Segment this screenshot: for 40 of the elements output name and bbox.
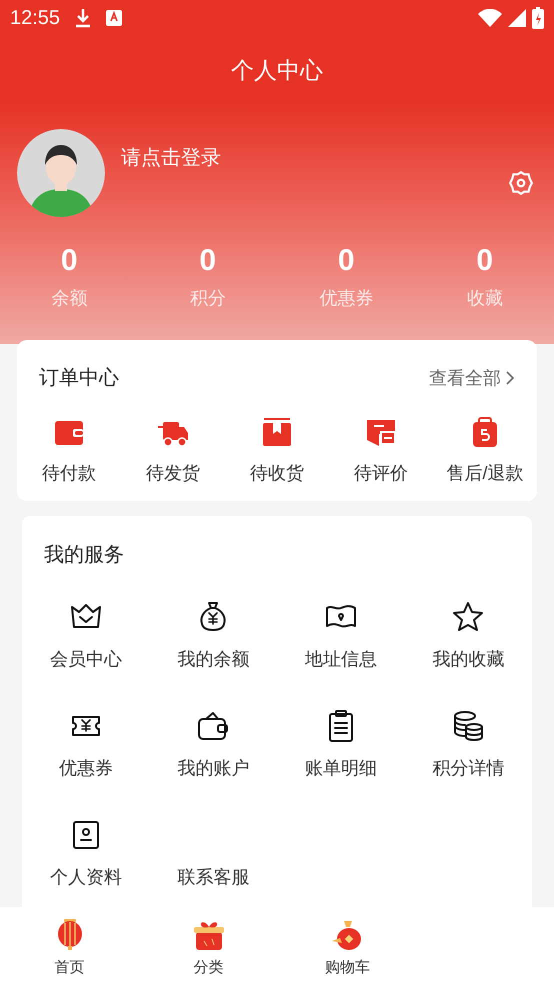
settings-icon[interactable] (508, 170, 534, 196)
box-icon (261, 416, 293, 448)
stat-value: 0 (338, 243, 355, 279)
service-button[interactable]: 我的余额 (150, 600, 277, 673)
status-time: 12:55 (10, 6, 60, 31)
service-button[interactable]: 联系客服 (150, 818, 277, 891)
service-button[interactable]: 个人资料 (22, 818, 150, 891)
tab-bar-item[interactable]: 分类 (139, 919, 278, 980)
service-button[interactable]: 优惠券 (22, 709, 150, 782)
download-icon (74, 8, 92, 28)
section-title: 我的服务 (43, 543, 125, 568)
tab-bar-item[interactable]: 购物车 (278, 919, 417, 980)
order-status-button[interactable]: 售后/退款 (433, 416, 537, 487)
order-status-button[interactable]: 待发货 (121, 416, 225, 487)
stat-value: 0 (199, 243, 216, 279)
tab-bar-item[interactable]: 首页 (0, 919, 139, 980)
stat-value: 0 (60, 243, 78, 279)
battery-icon (532, 7, 544, 29)
order-status-button[interactable]: 待评价 (329, 416, 433, 487)
service-button[interactable]: 账单明细 (277, 709, 404, 782)
service-button[interactable]: 我的账户 (150, 709, 277, 782)
wallet-icon (196, 709, 230, 743)
page-title: 个人中心 (231, 56, 323, 85)
keyboard-icon (106, 10, 122, 26)
view-all-link[interactable]: 查看全部 (429, 364, 515, 392)
chevron-right-icon (505, 370, 515, 386)
signal-icon (508, 9, 526, 27)
wifi-icon (478, 9, 502, 27)
star-icon (451, 600, 486, 634)
avatar-icon[interactable] (17, 129, 105, 217)
order-status-button[interactable]: 待收货 (225, 416, 329, 487)
stat-value: 0 (476, 243, 494, 279)
service-button[interactable]: 地址信息 (277, 600, 404, 673)
coins-icon (451, 709, 486, 743)
service-button[interactable]: 我的收藏 (404, 600, 532, 673)
order-status-button[interactable]: 待付款 (17, 416, 121, 487)
login-prompt[interactable]: 请点击登录 (121, 143, 508, 173)
service-button[interactable]: 会员中心 (22, 600, 150, 673)
section-title: 订单中心 (39, 366, 119, 391)
service-button[interactable]: 积分详情 (404, 709, 532, 782)
